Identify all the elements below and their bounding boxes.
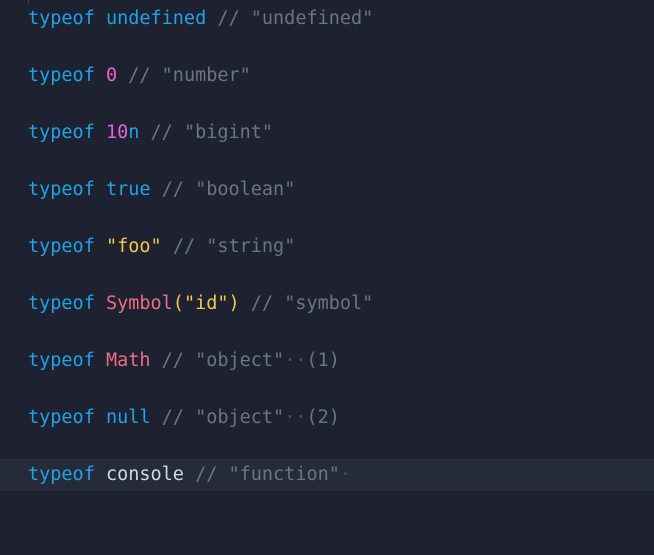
- open-paren: (: [172, 293, 184, 314]
- operand-symbol-function: Symbol: [105, 293, 173, 314]
- comment: // "symbol": [250, 293, 374, 314]
- operand-undefined: undefined: [105, 8, 207, 29]
- comment: // "object": [161, 407, 285, 428]
- code-line-9[interactable]: typeof "foo" // "string": [0, 231, 654, 263]
- keyword-typeof: typeof: [28, 407, 95, 428]
- operand-console: console: [105, 464, 184, 485]
- code-content: typeof null // "object"··(2): [28, 402, 340, 434]
- whitespace-marker: ·: [339, 464, 352, 485]
- code-content: typeof console // "function"·: [28, 459, 351, 491]
- comment: // "number": [128, 65, 251, 86]
- keyword-typeof: typeof: [28, 350, 95, 371]
- code-content: typeof undefined // "undefined": [28, 3, 373, 35]
- comment: // "string": [172, 236, 296, 257]
- code-content: typeof true // "boolean": [28, 174, 295, 206]
- code-line-13[interactable]: typeof Math // "object"··(1): [0, 345, 654, 377]
- keyword-typeof: typeof: [28, 65, 95, 86]
- code-line-7[interactable]: typeof true // "boolean": [0, 174, 654, 206]
- keyword-typeof: typeof: [28, 179, 95, 200]
- code-line-5[interactable]: typeof 10n // "bigint": [0, 117, 654, 149]
- keyword-typeof: typeof: [28, 464, 95, 485]
- code-content: typeof Math // "object"··(1): [28, 345, 340, 377]
- footnote-marker: (2): [306, 407, 340, 428]
- keyword-typeof: typeof: [28, 122, 95, 143]
- code-line-3[interactable]: typeof 0 // "number": [0, 60, 654, 92]
- whitespace-marker: ··: [284, 407, 307, 428]
- operand-bigint-suffix: n: [128, 122, 140, 143]
- comment: // "boolean": [161, 179, 296, 200]
- operand-math: Math: [105, 350, 151, 371]
- code-content: typeof 10n // "bigint": [28, 117, 273, 149]
- whitespace-marker: ··: [284, 350, 307, 371]
- code-line-15[interactable]: typeof null // "object"··(2): [0, 402, 654, 434]
- code-line-17-current[interactable]: typeof console // "function"·: [0, 459, 654, 491]
- operand-null: null: [105, 407, 151, 428]
- code-line-1[interactable]: typeof undefined // "undefined": [0, 3, 654, 35]
- code-content: typeof Symbol("id") // "symbol": [28, 288, 373, 320]
- operand-string: "foo": [105, 236, 162, 257]
- comment: // "bigint": [150, 122, 274, 143]
- operand-bigint-digits: 10: [105, 122, 129, 143]
- keyword-typeof: typeof: [28, 236, 95, 257]
- code-editor[interactable]: typeof undefined // "undefined" typeof 0…: [0, 0, 654, 491]
- operand-boolean: true: [105, 179, 151, 200]
- keyword-typeof: typeof: [28, 293, 95, 314]
- comment: // "object": [161, 350, 285, 371]
- code-content: typeof "foo" // "string": [28, 231, 295, 263]
- operand-number: 0: [105, 65, 118, 86]
- comment: // "function": [195, 464, 340, 485]
- footnote-marker: (1): [306, 350, 340, 371]
- code-line-11[interactable]: typeof Symbol("id") // "symbol": [0, 288, 654, 320]
- close-paren: ): [228, 293, 240, 314]
- code-content: typeof 0 // "number": [28, 60, 251, 92]
- symbol-argument: "id": [183, 293, 229, 314]
- keyword-typeof: typeof: [28, 8, 95, 29]
- comment: // "undefined": [217, 8, 374, 29]
